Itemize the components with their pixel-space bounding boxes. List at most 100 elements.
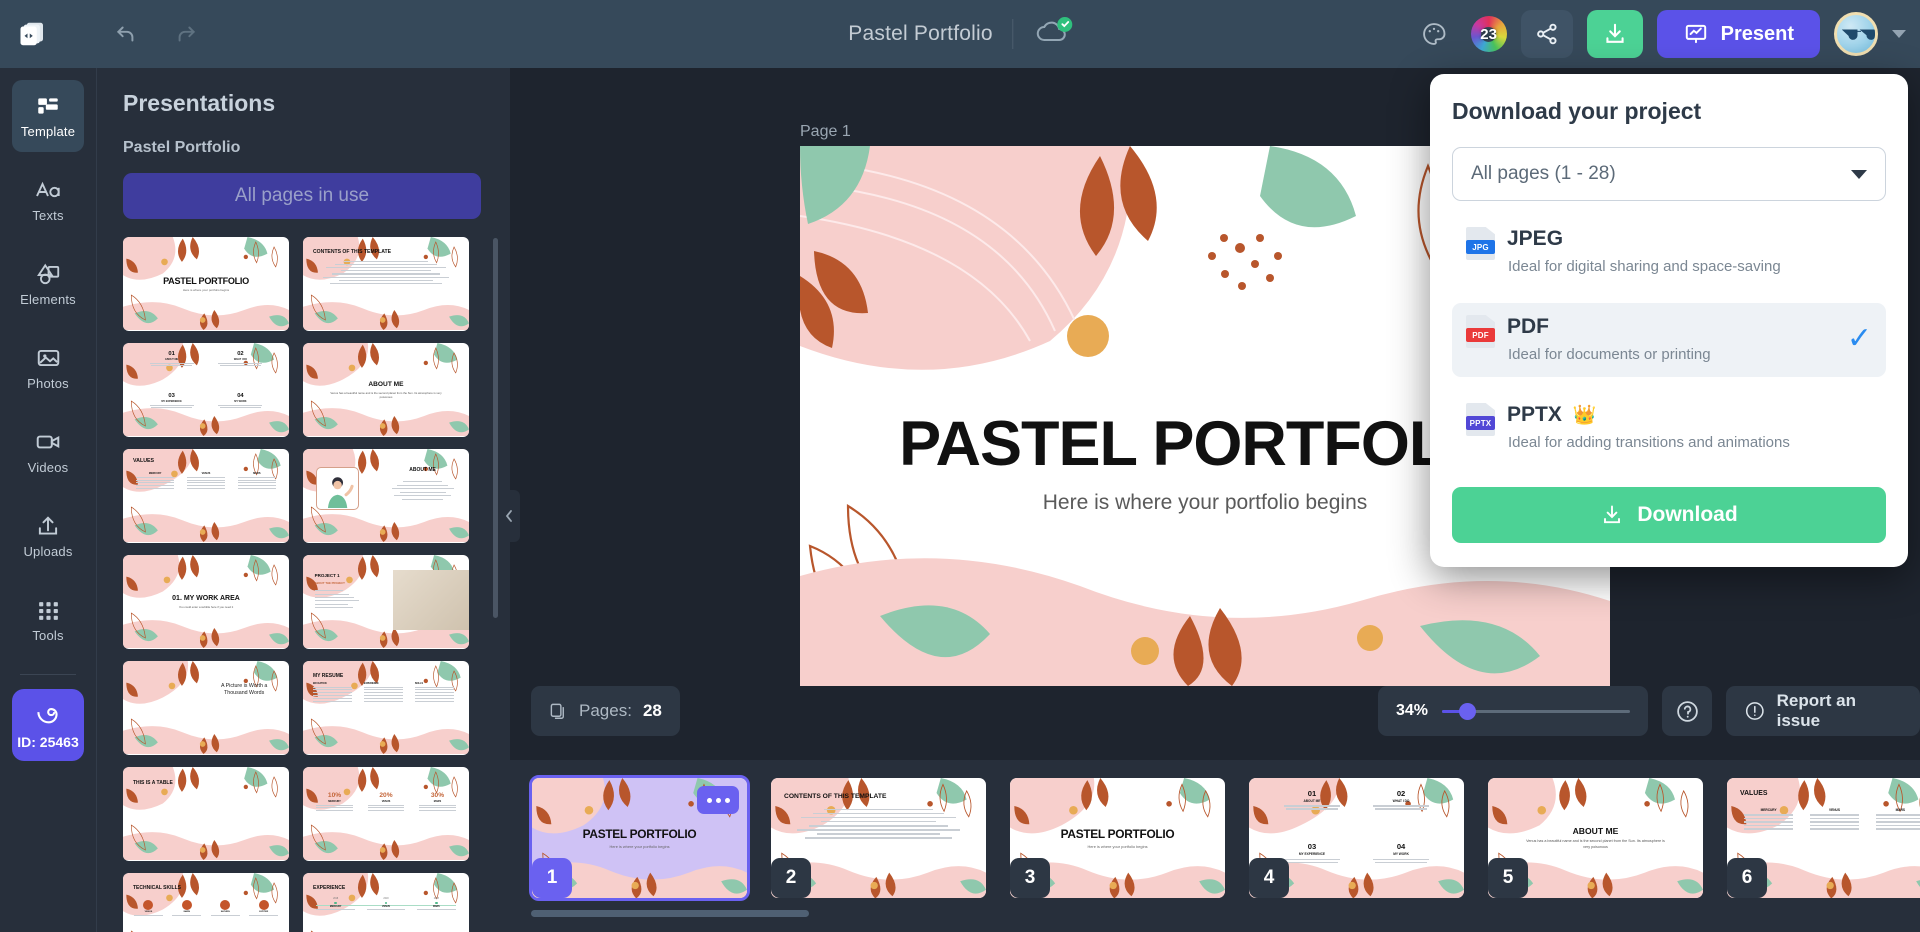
- chevron-left-icon: [505, 510, 512, 522]
- thumb-title: VALUES: [133, 458, 155, 465]
- confirm-download-button[interactable]: Download: [1452, 487, 1886, 543]
- rail-item-photos[interactable]: Photos: [12, 332, 84, 404]
- thumb-title: CONTENTS OF THIS TEMPLATE: [784, 793, 887, 801]
- filmstrip-slide[interactable]: 01 ABOUT ME 02 WHAT I DO 03 MY EXPERIENC…: [1249, 778, 1464, 898]
- template-thumbnail[interactable]: 01. MY WORK AREA You could enter a subti…: [123, 555, 289, 649]
- thumb-title: ABOUT ME: [1572, 826, 1619, 837]
- thumb-photo: [392, 569, 469, 630]
- template-thumbnail[interactable]: VALUES MERCURY VENUS MARS: [123, 449, 289, 543]
- filmstrip-slide[interactable]: PASTEL PORTFOLIO Here is where your port…: [529, 775, 750, 901]
- undo-icon: [116, 26, 134, 42]
- thumb-title: PASTEL PORTFOLIO: [1060, 826, 1175, 841]
- app-logo[interactable]: [0, 19, 66, 49]
- format-description: Ideal for adding transitions and animati…: [1508, 434, 1790, 451]
- thumb-title: 01. MY WORK AREA: [172, 594, 240, 602]
- cloud-save-status[interactable]: [1034, 16, 1073, 52]
- avatar[interactable]: [1834, 12, 1878, 56]
- all-pages-in-use-button[interactable]: All pages in use: [123, 173, 481, 219]
- share-button[interactable]: [1520, 10, 1573, 58]
- thumb-column: SKILLS: [414, 682, 454, 702]
- slide-more-options-button[interactable]: [697, 786, 739, 814]
- rail-item-uploads[interactable]: Uploads: [12, 500, 84, 572]
- rail-item-tools[interactable]: Tools: [12, 584, 84, 656]
- alert-circle-icon: [1745, 702, 1764, 720]
- all-pages-label: All pages in use: [234, 185, 370, 206]
- template-thumbnail[interactable]: MY RESUME EDUCATION EXPERIENCE SKILLS: [303, 661, 469, 755]
- pdf-file-icon: PDF: [1466, 315, 1495, 348]
- thumb-timeline-node: 2018 VENUS: [366, 897, 406, 910]
- text-aa-icon: [36, 181, 60, 198]
- zoom-value: 34%: [1396, 702, 1429, 719]
- format-option-pdf[interactable]: PDF PDF Ideal for documents or printing …: [1452, 303, 1886, 377]
- undo-button[interactable]: [104, 11, 150, 57]
- page-range-select[interactable]: All pages (1 - 28): [1452, 147, 1886, 201]
- thumb-skill: VENUS: [131, 899, 165, 918]
- thumb-title: ABOUT ME: [368, 381, 404, 389]
- template-thumbnail[interactable]: 01 ABOUT ME 02 WHAT I DO 03 MY EXPERIENC…: [123, 343, 289, 437]
- thumb-number-block: 02 WHAT I DO: [210, 351, 271, 386]
- document-title[interactable]: Pastel Portfolio: [848, 22, 992, 46]
- template-thumbnail[interactable]: 10% MERCURY 20% VENUS 30% MARS: [303, 767, 469, 861]
- thumb-skill: SATURN: [208, 899, 242, 918]
- project-id-badge[interactable]: ID: 25463: [12, 689, 84, 761]
- file-type-tag: JPG: [1466, 240, 1495, 254]
- template-thumbnail[interactable]: CONTENTS OF THIS TEMPLATE: [303, 237, 469, 331]
- report-issue-button[interactable]: Report an issue: [1726, 686, 1920, 736]
- template-thumbnail-grid: PASTEL PORTFOLIO Here is where your port…: [123, 237, 484, 932]
- slide-number: 4: [1249, 858, 1289, 898]
- thumb-skill: JUPITER: [246, 899, 280, 918]
- filmstrip-scrollbar[interactable]: [531, 910, 809, 917]
- rail-label: Elements: [20, 292, 76, 307]
- report-issue-label: Report an issue: [1776, 691, 1856, 730]
- filmstrip-slide[interactable]: CONTENTS OF THIS TEMPLATE 2: [771, 778, 986, 898]
- template-thumbnail[interactable]: A Picture is Worth a Thousand Words: [123, 661, 289, 755]
- template-thumbnail[interactable]: ABOUT ME Venus has a beautiful name and …: [303, 343, 469, 437]
- format-name: JPEG: [1507, 227, 1564, 250]
- template-thumbnail[interactable]: PROJECT 1 ABOUT THE PROJECT: [303, 555, 469, 649]
- download-button[interactable]: [1586, 10, 1643, 58]
- thumb-quote: A Picture is Worth a Thousand Words: [220, 682, 268, 696]
- slide-number: 1: [532, 858, 572, 898]
- rail-item-template[interactable]: Template: [12, 80, 84, 152]
- pages-counter[interactable]: Pages: 28: [531, 686, 680, 736]
- thumb-title: PASTEL PORTFOLIO: [163, 275, 249, 286]
- thumb-column: MERCURY: [133, 472, 177, 490]
- jpeg-file-icon: JPG: [1466, 227, 1495, 260]
- template-thumbnail[interactable]: PASTEL PORTFOLIO Here is where your port…: [123, 237, 289, 331]
- download-cta-label: Download: [1637, 503, 1738, 526]
- thumb-column: MARS: [235, 472, 279, 490]
- zoom-slider-handle[interactable]: [1459, 702, 1477, 720]
- template-thumbnail[interactable]: THIS IS A TABLE: [123, 767, 289, 861]
- format-option-pptx[interactable]: PPTX PPTX 👑 Ideal for adding transitions…: [1452, 391, 1886, 465]
- format-option-jpeg[interactable]: JPG JPEG Ideal for digital sharing and s…: [1452, 215, 1886, 289]
- rail-item-elements[interactable]: Elements: [12, 248, 84, 320]
- filmstrip-slide[interactable]: PASTEL PORTFOLIO Here is where your port…: [1010, 778, 1225, 898]
- template-thumbnail[interactable]: ABOUT ME: [303, 449, 469, 543]
- slide-filmstrip: PASTEL PORTFOLIO Here is where your port…: [510, 760, 1920, 932]
- palette-button[interactable]: [1411, 11, 1457, 57]
- photo-icon: [37, 349, 59, 367]
- present-button[interactable]: Present: [1656, 10, 1820, 58]
- credits-badge[interactable]: 23: [1470, 16, 1507, 52]
- check-icon: ✓: [1846, 322, 1872, 355]
- thumb-title: PROJECT 1: [314, 573, 340, 579]
- thumb-number-block: 02 WHAT I DO: [1362, 789, 1440, 834]
- zoom-slider[interactable]: [1442, 702, 1630, 720]
- filmstrip-slide[interactable]: VALUES MERCURY VENUS MARS 6: [1727, 778, 1920, 898]
- shapes-icon: [36, 263, 59, 285]
- thumb-column: EDUCATION: [313, 682, 353, 702]
- collapse-panel-button[interactable]: [498, 490, 520, 542]
- help-button[interactable]: [1662, 686, 1712, 736]
- template-thumbnail[interactable]: EXPERIENCE 2018 MERCURY 2018 VENUS 2018 …: [303, 873, 469, 932]
- spiral-icon: [37, 708, 58, 724]
- account-menu-caret[interactable]: [1892, 30, 1906, 38]
- download-popover: Download your project All pages (1 - 28)…: [1430, 74, 1908, 567]
- thumb-subtitle: Here is where your portfolio begins: [1087, 844, 1148, 850]
- thumb-number-block: 04 MY WORK: [1362, 842, 1440, 887]
- rail-item-videos[interactable]: Videos: [12, 416, 84, 488]
- filmstrip-slide[interactable]: ABOUT ME Venus has a beautiful name and …: [1488, 778, 1703, 898]
- template-thumbnail[interactable]: TECHNICAL SKILLS VENUS MARS SATURN JUPIT…: [123, 873, 289, 932]
- panel-scrollbar[interactable]: [493, 238, 498, 618]
- redo-button[interactable]: [162, 11, 208, 57]
- rail-item-texts[interactable]: Texts: [12, 164, 84, 236]
